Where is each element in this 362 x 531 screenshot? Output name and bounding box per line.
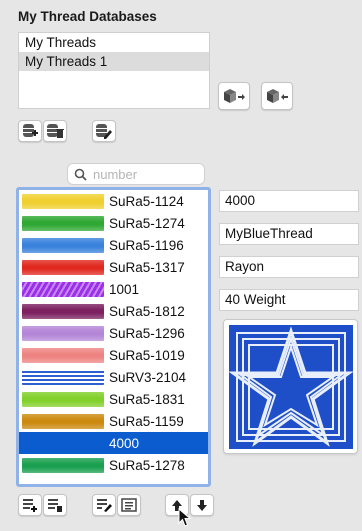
thread-row[interactable]: SuRa5-1831: [19, 388, 208, 410]
thread-label: SuRa5-1317: [109, 259, 185, 275]
arrow-down-icon: [197, 499, 207, 511]
thread-row[interactable]: SuRa5-1274: [19, 212, 208, 234]
database-add-icon: [23, 124, 38, 137]
thread-color-swatch: [22, 281, 104, 297]
database-list[interactable]: My Threads My Threads 1: [18, 32, 210, 109]
export-database-button[interactable]: [261, 82, 293, 110]
edit-database-button[interactable]: [92, 120, 116, 142]
thread-name-field[interactable]: MyBlueThread: [219, 223, 359, 245]
delete-database-button[interactable]: [43, 120, 67, 142]
thread-row[interactable]: 4000: [19, 432, 208, 454]
thread-type-field[interactable]: Rayon: [219, 256, 359, 278]
thread-label: SuRV3-2104: [109, 369, 187, 385]
thread-row[interactable]: 1001: [19, 278, 208, 300]
thread-color-swatch: [22, 391, 104, 407]
thread-label: SuRa5-1124: [109, 193, 184, 209]
thread-row[interactable]: SuRV3-2104: [19, 366, 208, 388]
panel-title: My Thread Databases: [18, 9, 157, 24]
database-item[interactable]: My Threads: [19, 33, 209, 52]
thread-row[interactable]: SuRa5-1317: [19, 256, 208, 278]
thread-label: SuRa5-1296: [109, 325, 185, 341]
box-import-icon: [224, 89, 245, 103]
search-field[interactable]: [67, 163, 205, 185]
thread-row[interactable]: SuRa5-1159: [19, 410, 208, 432]
thread-label: SuRa5-1274: [109, 215, 185, 231]
database-delete-icon: [47, 124, 64, 138]
thread-label: SuRa5-1812: [109, 303, 185, 319]
search-input[interactable]: [93, 166, 193, 182]
thread-row[interactable]: SuRa5-1019: [19, 344, 208, 366]
thread-label: SuRa5-1159: [109, 413, 184, 429]
thread-label: SuRa5-1831: [109, 391, 185, 407]
import-database-button[interactable]: [218, 82, 250, 110]
thread-list[interactable]: SuRa5-1124 SuRa5-1274 SuRa5-1196 SuRa5-1317…: [16, 187, 211, 487]
database-edit-icon: [96, 124, 112, 139]
thread-color-swatch: [22, 435, 104, 451]
star-preview-image: [228, 324, 353, 449]
thread-label: SuRa5-1019: [109, 347, 185, 363]
thread-number-field[interactable]: 4000: [219, 190, 359, 212]
thread-color-swatch: [22, 369, 104, 385]
thread-preview: [223, 319, 358, 454]
list-details-icon: [121, 498, 137, 512]
edit-thread-button[interactable]: [92, 494, 116, 516]
mouse-cursor-icon: [178, 508, 192, 527]
search-icon: [74, 168, 87, 181]
box-export-icon: [267, 89, 288, 103]
thread-color-swatch: [22, 215, 104, 231]
thread-details-button[interactable]: [117, 494, 141, 516]
thread-color-swatch: [22, 325, 104, 341]
list-edit-icon: [97, 499, 112, 512]
thread-color-swatch: [22, 347, 104, 363]
thread-label: SuRa5-1278: [109, 457, 185, 473]
list-add-icon: [23, 499, 37, 512]
thread-row[interactable]: SuRa5-1296: [19, 322, 208, 344]
database-item-selected[interactable]: My Threads 1: [19, 52, 209, 71]
thread-color-swatch: [22, 259, 104, 275]
list-delete-icon: [48, 499, 62, 512]
thread-color-swatch: [22, 457, 104, 473]
thread-color-swatch: [22, 193, 104, 209]
thread-label: SuRa5-1196: [109, 237, 184, 253]
add-database-button[interactable]: [18, 120, 42, 142]
delete-thread-button[interactable]: [43, 494, 67, 516]
move-down-button[interactable]: [190, 494, 214, 516]
thread-color-swatch: [22, 413, 104, 429]
thread-label: 1001: [109, 281, 140, 297]
thread-row[interactable]: SuRa5-1124: [19, 190, 208, 212]
thread-color-swatch: [22, 237, 104, 253]
thread-label: 4000: [109, 435, 140, 451]
thread-row[interactable]: SuRa5-1196: [19, 234, 208, 256]
thread-row[interactable]: SuRa5-1278: [19, 454, 208, 476]
thread-row[interactable]: SuRa5-1812: [19, 300, 208, 322]
thread-weight-field[interactable]: 40 Weight: [219, 289, 359, 311]
add-thread-button[interactable]: [18, 494, 42, 516]
thread-color-swatch: [22, 303, 104, 319]
